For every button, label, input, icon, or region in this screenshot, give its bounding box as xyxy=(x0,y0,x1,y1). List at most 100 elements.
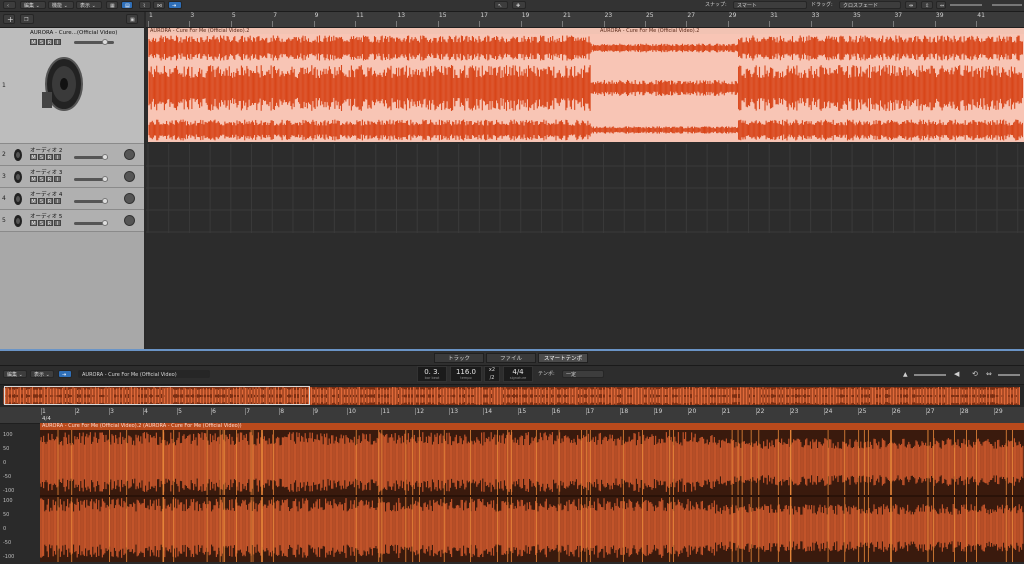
editor-region-header[interactable]: AURORA - Cure For Me (Official Video).2 … xyxy=(40,423,1024,430)
position-display[interactable]: 0. 3. bar beat xyxy=(417,366,447,382)
catch-icon[interactable]: ⇥ xyxy=(168,1,182,9)
tab-file[interactable]: ファイル xyxy=(486,353,536,363)
vertical-zoom-slider[interactable] xyxy=(950,4,982,6)
track-i-button[interactable]: I xyxy=(54,198,61,204)
duplicate-track-icon[interactable]: ❐ xyxy=(20,14,34,24)
pan-knob[interactable] xyxy=(124,171,135,182)
track-m-button[interactable]: M xyxy=(30,220,37,226)
tempo-mode-select[interactable]: 一定 xyxy=(562,370,604,378)
track-s-button[interactable]: S xyxy=(38,176,45,182)
zoom-waveform-icon[interactable]: ⇹ xyxy=(905,1,917,9)
amplitude-label: -50 xyxy=(3,474,11,480)
horizontal-zoom-icon[interactable]: ⇔ xyxy=(936,1,946,9)
arrange-empty[interactable] xyxy=(146,144,1024,349)
editor-volume-slider[interactable] xyxy=(914,374,946,376)
track-name[interactable]: オーディオ 2 xyxy=(30,146,62,154)
track-r-button[interactable]: R xyxy=(46,220,53,226)
tempo-display[interactable]: 116.0 tempo xyxy=(450,366,482,382)
editor-ruler[interactable]: 4/4 123456789101112131415161718192021222… xyxy=(0,407,1024,424)
editor-ruler-bar-28: 28 xyxy=(961,408,969,415)
track-i-button[interactable]: I xyxy=(54,220,61,226)
track-row-2[interactable]: 2オーディオ 2MSRI xyxy=(0,144,144,166)
editor-catch-icon[interactable]: ⇥ xyxy=(58,370,72,378)
amplitude-label: 50 xyxy=(3,512,9,518)
track-name[interactable]: オーディオ 4 xyxy=(30,190,62,198)
vertical-zoom-icon[interactable]: ⇳ xyxy=(921,1,933,9)
volume-knob[interactable] xyxy=(102,39,108,45)
editor-waveform-canvas[interactable] xyxy=(40,430,1024,562)
editor-zoom-slider[interactable] xyxy=(998,374,1020,376)
pan-knob[interactable] xyxy=(124,149,135,160)
snap-select[interactable]: スマート xyxy=(733,1,807,9)
arrange-area[interactable]: AURORA - Cure For Me (Official Video).2 … xyxy=(146,28,1024,349)
track-s-button[interactable]: S xyxy=(38,39,45,45)
track-row-1[interactable]: 1AURORA - Cure...(Official Video)MSRI xyxy=(0,28,144,144)
track-r-button[interactable]: R xyxy=(46,176,53,182)
secondary-tool-icon[interactable]: ✚ xyxy=(512,1,526,9)
track-name[interactable]: AURORA - Cure...(Official Video) xyxy=(30,30,117,36)
track-r-button[interactable]: R xyxy=(46,39,53,45)
track-s-button[interactable]: S xyxy=(38,220,45,226)
track-m-button[interactable]: M xyxy=(30,154,37,160)
drag-select[interactable]: クロスフェード xyxy=(839,1,901,9)
add-track-button[interactable]: + xyxy=(3,14,15,24)
div2-button[interactable]: /2 xyxy=(485,375,499,381)
edit-menu-button[interactable]: 編集 ⌄ xyxy=(20,1,46,9)
automation-icon[interactable]: ⌇ xyxy=(139,1,151,9)
track-m-button[interactable]: M xyxy=(30,39,37,45)
track-m-button[interactable]: M xyxy=(30,198,37,204)
track-row-3[interactable]: 3オーディオ 3MSRI xyxy=(0,166,144,188)
grid-icon[interactable]: ▦ xyxy=(106,1,118,9)
track-r-button[interactable]: R xyxy=(46,198,53,204)
list-view-icon[interactable]: ▤ xyxy=(121,1,133,9)
tab-smart-tempo[interactable]: スマートテンポ xyxy=(538,353,588,363)
track-r-button[interactable]: R xyxy=(46,154,53,160)
volume-knob[interactable] xyxy=(102,154,108,160)
x2-button[interactable]: x2 xyxy=(485,367,499,373)
track-row-5[interactable]: 5オーディオ 5MSRI xyxy=(0,210,144,232)
region-waveform xyxy=(149,35,1022,140)
tempo-multiplier[interactable]: x2 /2 xyxy=(484,366,500,382)
tempo-value: 116.0 xyxy=(451,368,481,376)
waveform-overview[interactable] xyxy=(0,385,1024,407)
back-chevron-button[interactable]: ‹ xyxy=(3,1,16,9)
track-name[interactable]: オーディオ 3 xyxy=(30,168,62,176)
editor-zoom-icon[interactable]: ⇔ xyxy=(986,370,992,378)
region-header[interactable]: AURORA - Cure For Me (Official Video).2 … xyxy=(148,28,1024,34)
metronome-icon[interactable]: ▲ xyxy=(903,371,908,378)
view-menu-button[interactable]: 表示 ⌄ xyxy=(76,1,102,9)
track-i-button[interactable]: I xyxy=(54,154,61,160)
arrange-canvas[interactable] xyxy=(146,28,1024,349)
timeline-ruler[interactable]: 1357911131517192123252729313335373941 xyxy=(146,12,1024,28)
editor-edit-menu[interactable]: 編集 ⌄ xyxy=(3,370,27,378)
loop-icon[interactable]: ⟲ xyxy=(972,370,978,378)
editor-ruler-bar-11: 11 xyxy=(382,408,390,415)
global-tracks-icon[interactable]: ▣ xyxy=(126,14,138,24)
speaker-icon[interactable]: ◀ xyxy=(954,370,959,378)
track-name[interactable]: オーディオ 5 xyxy=(30,212,62,220)
editor-ruler-bar-23: 23 xyxy=(791,408,799,415)
volume-knob[interactable] xyxy=(102,176,108,182)
track-s-button[interactable]: S xyxy=(38,198,45,204)
function-menu-button[interactable]: 機能 ⌄ xyxy=(48,1,74,9)
horizontal-zoom-slider[interactable] xyxy=(992,4,1022,6)
signature-display[interactable]: 4/4 signature xyxy=(503,366,533,382)
track-row-4[interactable]: 4オーディオ 4MSRI xyxy=(0,188,144,210)
track-m-button[interactable]: M xyxy=(30,176,37,182)
pan-knob[interactable] xyxy=(124,215,135,226)
pan-knob[interactable] xyxy=(124,193,135,204)
track-i-button[interactable]: I xyxy=(54,176,61,182)
tab-track[interactable]: トラック xyxy=(434,353,484,363)
editor-view-menu[interactable]: 表示 ⌄ xyxy=(30,370,54,378)
flex-icon[interactable]: ⋈ xyxy=(153,1,165,9)
track-i-button[interactable]: I xyxy=(54,39,61,45)
volume-slider[interactable] xyxy=(74,41,114,44)
track-s-button[interactable]: S xyxy=(38,154,45,160)
volume-knob[interactable] xyxy=(102,220,108,226)
pointer-tool-icon[interactable]: ↖ xyxy=(494,1,508,9)
volume-knob[interactable] xyxy=(102,198,108,204)
editor-waveform[interactable] xyxy=(40,430,1024,562)
overview-visible-range[interactable] xyxy=(4,386,310,405)
audio-region[interactable] xyxy=(148,34,1024,142)
editor-view-label: 表示 xyxy=(34,372,44,378)
